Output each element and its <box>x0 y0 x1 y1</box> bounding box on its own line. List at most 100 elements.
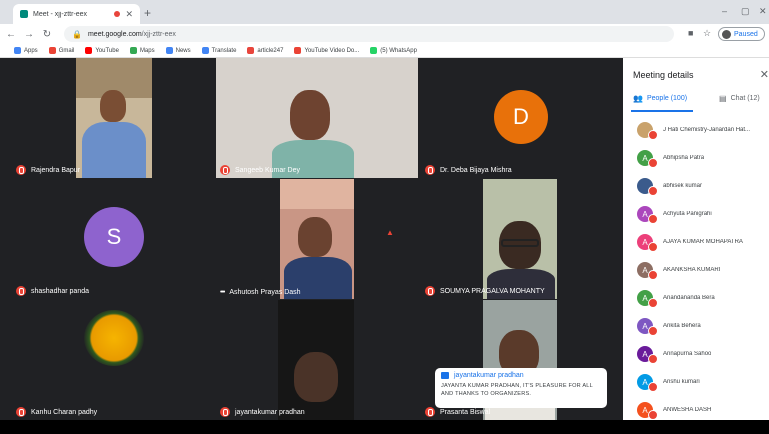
mouse-cursor-icon: ▲ <box>386 228 394 237</box>
tile-name-label: Sangeeb Kumar Dey <box>220 165 300 175</box>
avatar-initial: A <box>642 153 648 163</box>
lock-icon: 🔒 <box>72 29 82 39</box>
bookmark-item[interactable]: Translate <box>201 47 236 54</box>
participant-row[interactable]: A Anshu kumari <box>637 372 769 392</box>
participant-tile[interactable]: S shashadhar panda <box>12 179 213 299</box>
avatar <box>722 29 731 39</box>
participant-tile[interactable]: jayantakumar pradhan <box>216 300 418 420</box>
participant-name: J Hati Chemistry-Janardan Hat... <box>663 127 751 133</box>
bookmark-label: News <box>175 47 191 54</box>
tab-strip: Meet - xjj-zttr-eex ✕ + – ▢ ✕ <box>0 0 769 24</box>
tab-chat[interactable]: ▤ Chat (12) <box>719 94 760 103</box>
avatar-initial: A <box>642 321 648 331</box>
avatar <box>637 122 658 140</box>
avatar-initial: A <box>642 405 648 415</box>
address-bar[interactable]: 🔒 meet.google.com/xjj-zttr-eex <box>64 26 674 42</box>
participant-name: Kanhu Charan padhy <box>31 408 98 416</box>
bookmark-icon <box>201 47 209 54</box>
muted-mic-icon <box>648 354 658 364</box>
participant-row[interactable]: A Ankita Behera <box>637 316 769 336</box>
bookmark-item[interactable]: (5) WhatsApp <box>370 47 417 54</box>
muted-mic-icon <box>425 165 435 175</box>
star-icon[interactable]: ☆ <box>703 28 711 39</box>
avatar: A <box>637 234 658 252</box>
muted-mic-icon <box>648 326 658 336</box>
profile-status: Paused <box>734 30 758 38</box>
participant-tile[interactable]: D Dr. Deba Bijaya Mishra <box>421 58 621 178</box>
new-tab-button[interactable]: + <box>144 6 151 20</box>
muted-mic-icon <box>648 298 658 308</box>
tab-chat-label: Chat (12) <box>730 95 760 102</box>
participant-name: AJAYA KUMAR MOHAPATRA <box>663 239 743 245</box>
muted-mic-icon <box>220 407 230 417</box>
toast-message: JAYANTA KUMAR PRADHAN, IT'S PLEASURE FOR… <box>441 383 593 397</box>
close-tab-icon[interactable]: ✕ <box>125 9 133 20</box>
bookmark-label: Apps <box>24 47 38 54</box>
bookmark-label: Gmail <box>58 47 75 54</box>
avatar: A <box>637 150 658 168</box>
bookmark-item[interactable]: News <box>165 47 191 54</box>
bookmark-label: (5) WhatsApp <box>380 47 417 54</box>
participant-name: ANWESHA DASH <box>663 407 712 413</box>
reload-icon[interactable]: ↻ <box>40 29 54 40</box>
participant-tile[interactable]: Kanhu Charan padhy <box>12 300 213 420</box>
browser-chrome: Meet - xjj-zttr-eex ✕ + – ▢ ✕ ← → ↻ 🔒 me… <box>0 0 769 58</box>
bookmark-item[interactable]: YouTube <box>85 47 119 54</box>
forward-icon[interactable]: → <box>22 29 36 40</box>
bookmark-icon <box>85 47 93 54</box>
profile-button[interactable]: Paused <box>718 27 765 41</box>
participant-row[interactable]: A AJAYA KUMAR MOHAPATRA <box>637 232 769 252</box>
back-icon[interactable]: ← <box>4 29 18 40</box>
bottom-bar <box>0 420 769 434</box>
participant-name: jayantakumar pradhan <box>235 408 305 416</box>
bookmark-label: YouTube <box>95 47 119 54</box>
participant-tile[interactable]: Rajendra Bapur <box>12 58 213 178</box>
participant-name: Sangeeb Kumar Dey <box>235 166 300 174</box>
participant-tile[interactable]: ••• Ashutosh Prayas Dash <box>216 179 418 299</box>
participant-video <box>280 179 354 299</box>
browser-tab[interactable]: Meet - xjj-zttr-eex ✕ <box>13 4 140 24</box>
close-icon[interactable]: ✕ <box>760 68 769 81</box>
close-window-icon[interactable]: ✕ <box>759 6 767 17</box>
participant-tile[interactable]: SOUMYA PRAGALVA MOHANTY <box>421 179 621 299</box>
bookmark-item[interactable]: article247 <box>247 47 283 54</box>
chat-bubble-icon <box>441 372 449 379</box>
participant-row[interactable]: A Anandananda Bera <box>637 288 769 308</box>
participant-name: Dr. Deba Bijaya Mishra <box>440 166 512 174</box>
bookmark-item[interactable]: Apps <box>14 47 38 54</box>
avatar: D <box>494 90 548 144</box>
tab-people[interactable]: 👥 People (100) <box>633 94 687 103</box>
participant-name: Ashutosh Prayas Dash <box>229 289 301 296</box>
bookmark-item[interactable]: Maps <box>129 47 155 54</box>
tile-name-label: jayantakumar pradhan <box>220 407 305 417</box>
muted-mic-icon <box>648 130 658 140</box>
participant-name: Abhipsha Patra <box>663 155 705 161</box>
participant-row[interactable]: A Achyuta Panigrahi <box>637 204 769 224</box>
muted-mic-icon <box>648 242 658 252</box>
participant-row[interactable]: J Hati Chemistry-Janardan Hat... <box>637 120 769 140</box>
participant-row[interactable]: A Abhipsha Patra <box>637 148 769 168</box>
camera-icon[interactable]: ■ <box>688 28 693 38</box>
bookmark-item[interactable]: YouTube Video Do... <box>294 47 359 54</box>
muted-mic-icon <box>648 382 658 392</box>
recording-dot-icon <box>114 11 121 17</box>
avatar: A <box>637 402 658 420</box>
address-row: ← → ↻ 🔒 meet.google.com/xjj-zttr-eex ■ ☆… <box>0 24 769 44</box>
muted-mic-icon <box>16 286 26 296</box>
participant-name: abhisek kumar <box>663 183 703 189</box>
chat-notification[interactable]: jayantakumar pradhan JAYANTA KUMAR PRADH… <box>435 368 607 408</box>
url-domain: meet.google.com <box>87 30 142 38</box>
minimize-icon[interactable]: – <box>722 6 727 16</box>
participant-row[interactable]: A ANWESHA DASH <box>637 400 769 420</box>
participant-name: AKANKSHA KUMARI <box>663 267 721 273</box>
avatar <box>637 178 658 196</box>
maximize-icon[interactable]: ▢ <box>741 6 750 17</box>
avatar-initial: A <box>642 349 648 359</box>
muted-mic-icon <box>16 165 26 175</box>
bookmark-icon <box>165 47 173 54</box>
participant-tile[interactable]: Sangeeb Kumar Dey <box>216 58 418 178</box>
participant-row[interactable]: A AKANKSHA KUMARI <box>637 260 769 280</box>
bookmark-item[interactable]: Gmail <box>48 47 75 54</box>
participant-row[interactable]: A Annapurna Sahoo <box>637 344 769 364</box>
participant-row[interactable]: abhisek kumar <box>637 176 769 196</box>
